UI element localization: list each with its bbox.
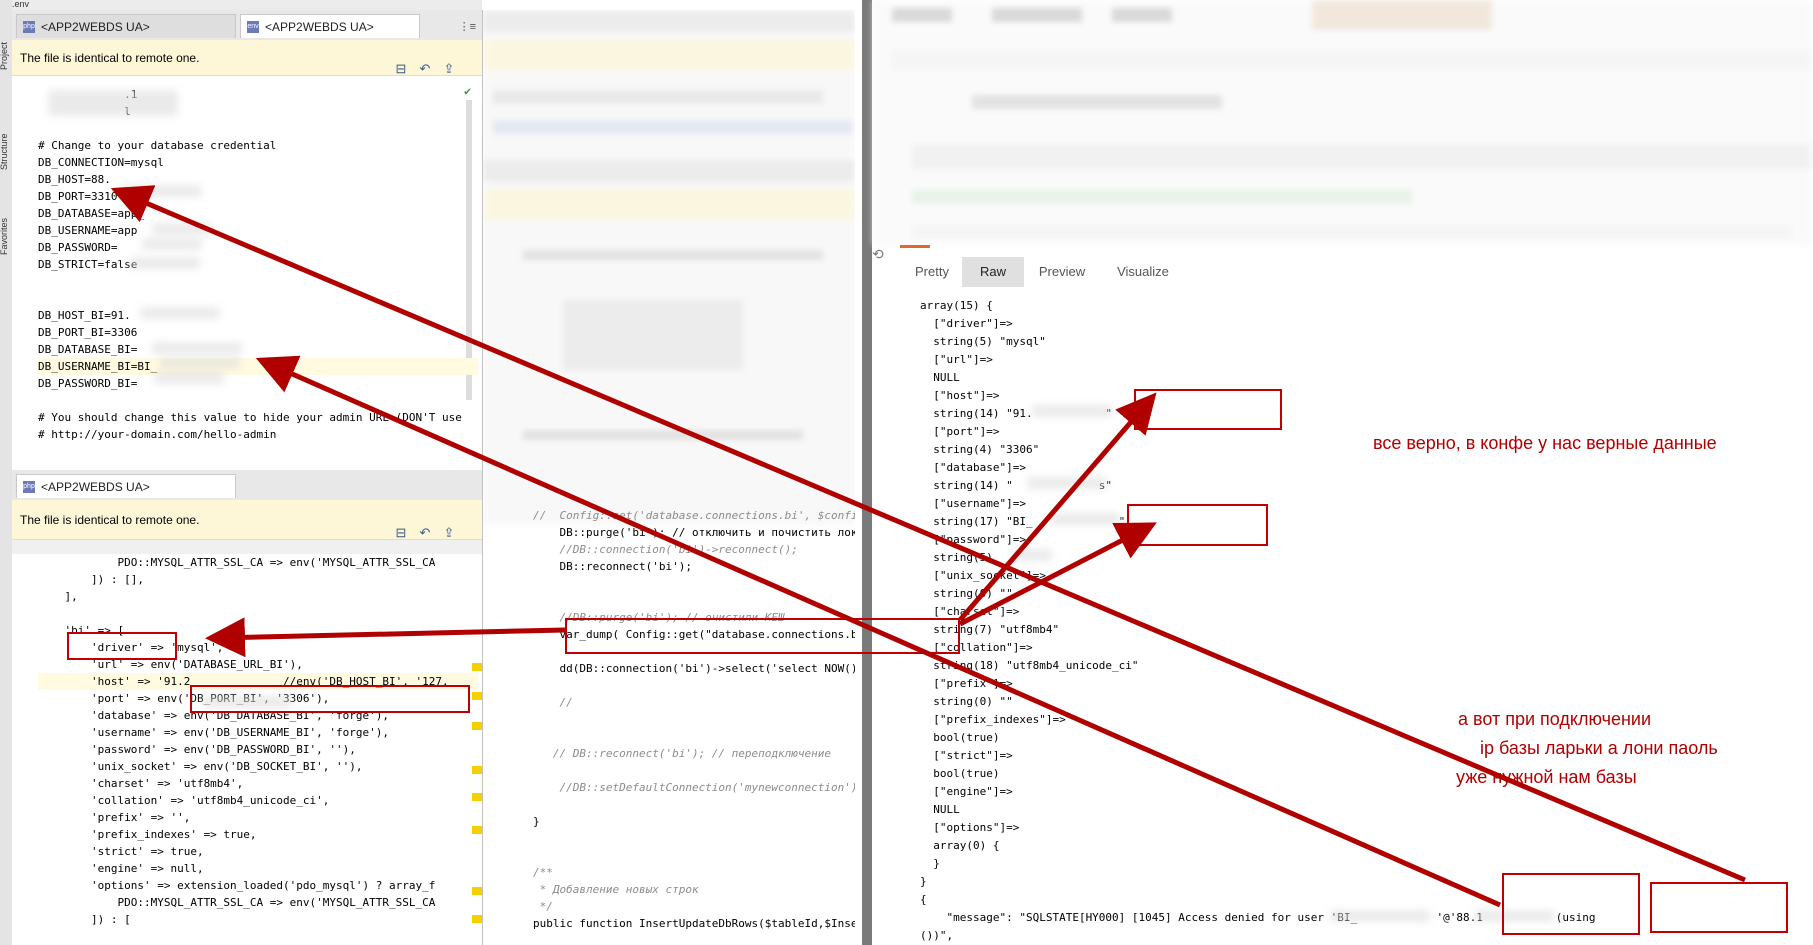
arrow-to-username-output (958, 522, 1157, 627)
annotation-arrows (110, 185, 1746, 908)
arrow-to-bi-config (205, 617, 566, 658)
arrow-to-db-host (110, 185, 1746, 883)
